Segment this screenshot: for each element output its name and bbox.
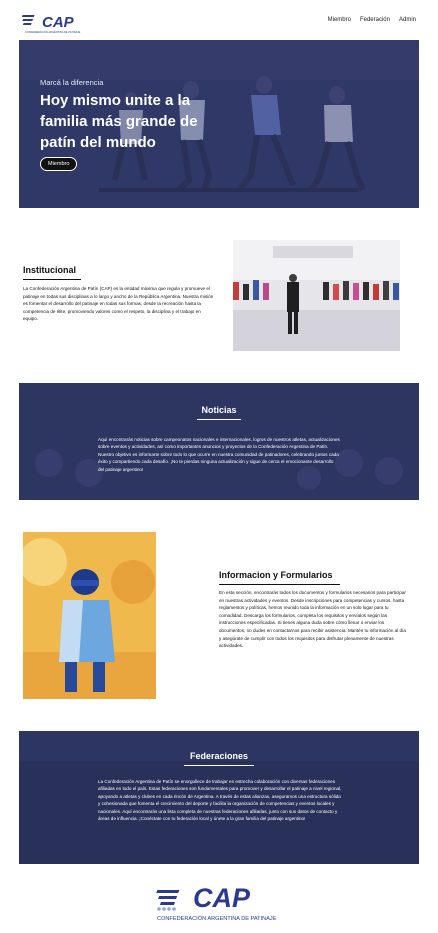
- federaciones-text: La Confederación Argentina de Patín se e…: [98, 779, 342, 822]
- hero-kicker: Marcá la diferencia: [40, 78, 104, 87]
- federaciones-title: Federaciones: [189, 751, 249, 761]
- svg-text:CONFEDERACIÓN ARGENTINA DE PAT: CONFEDERACIÓN ARGENTINA DE PATINAJE: [157, 915, 277, 922]
- hero-banner: Marcá la diferencia Hoy mismo unite a la…: [19, 40, 419, 208]
- institucional-title: Institucional: [23, 265, 77, 275]
- hero-title: Hoy mismo unite a la familia más grande …: [40, 92, 198, 151]
- noticias-text: Aquí encontrarás noticias sobre campeona…: [98, 437, 340, 472]
- svg-text:CAP: CAP: [193, 883, 251, 913]
- institucional-photo: [233, 240, 400, 351]
- institucional-divider: [23, 279, 81, 280]
- informacion-text: En esta sección, encontrarás todos los d…: [219, 590, 406, 649]
- noticias-section: Noticias Aquí encontrarás noticias sobre…: [19, 383, 419, 500]
- informacion-photo: [23, 532, 156, 699]
- nav-federacion[interactable]: Federación: [360, 17, 390, 23]
- informacion-title: Informacion y Formularios: [219, 570, 333, 580]
- nav-admin[interactable]: Admin: [399, 17, 416, 23]
- institucional-text: La Confederación Argentina de Patín (CAP…: [23, 286, 214, 322]
- hero-member-button[interactable]: Miembro: [40, 157, 78, 171]
- federaciones-section: Federaciones La Confederación Argentina …: [19, 731, 419, 864]
- noticias-title: Noticias: [201, 405, 237, 415]
- cap-logo[interactable]: CAP CONFEDERACIÓN ARGENTINA DE PATINAJE: [22, 11, 92, 35]
- main-nav: Miembro Federación Admin: [328, 17, 416, 23]
- cap-logo-footer: CAP CONFEDERACIÓN ARGENTINA DE PATINAJE: [156, 883, 277, 922]
- nav-miembro[interactable]: Miembro: [328, 17, 351, 23]
- federaciones-divider: [184, 765, 254, 766]
- noticias-divider: [197, 419, 241, 420]
- header: CAP CONFEDERACIÓN ARGENTINA DE PATINAJE …: [0, 0, 438, 40]
- informacion-divider: [219, 584, 340, 585]
- svg-text:CAP: CAP: [42, 14, 75, 31]
